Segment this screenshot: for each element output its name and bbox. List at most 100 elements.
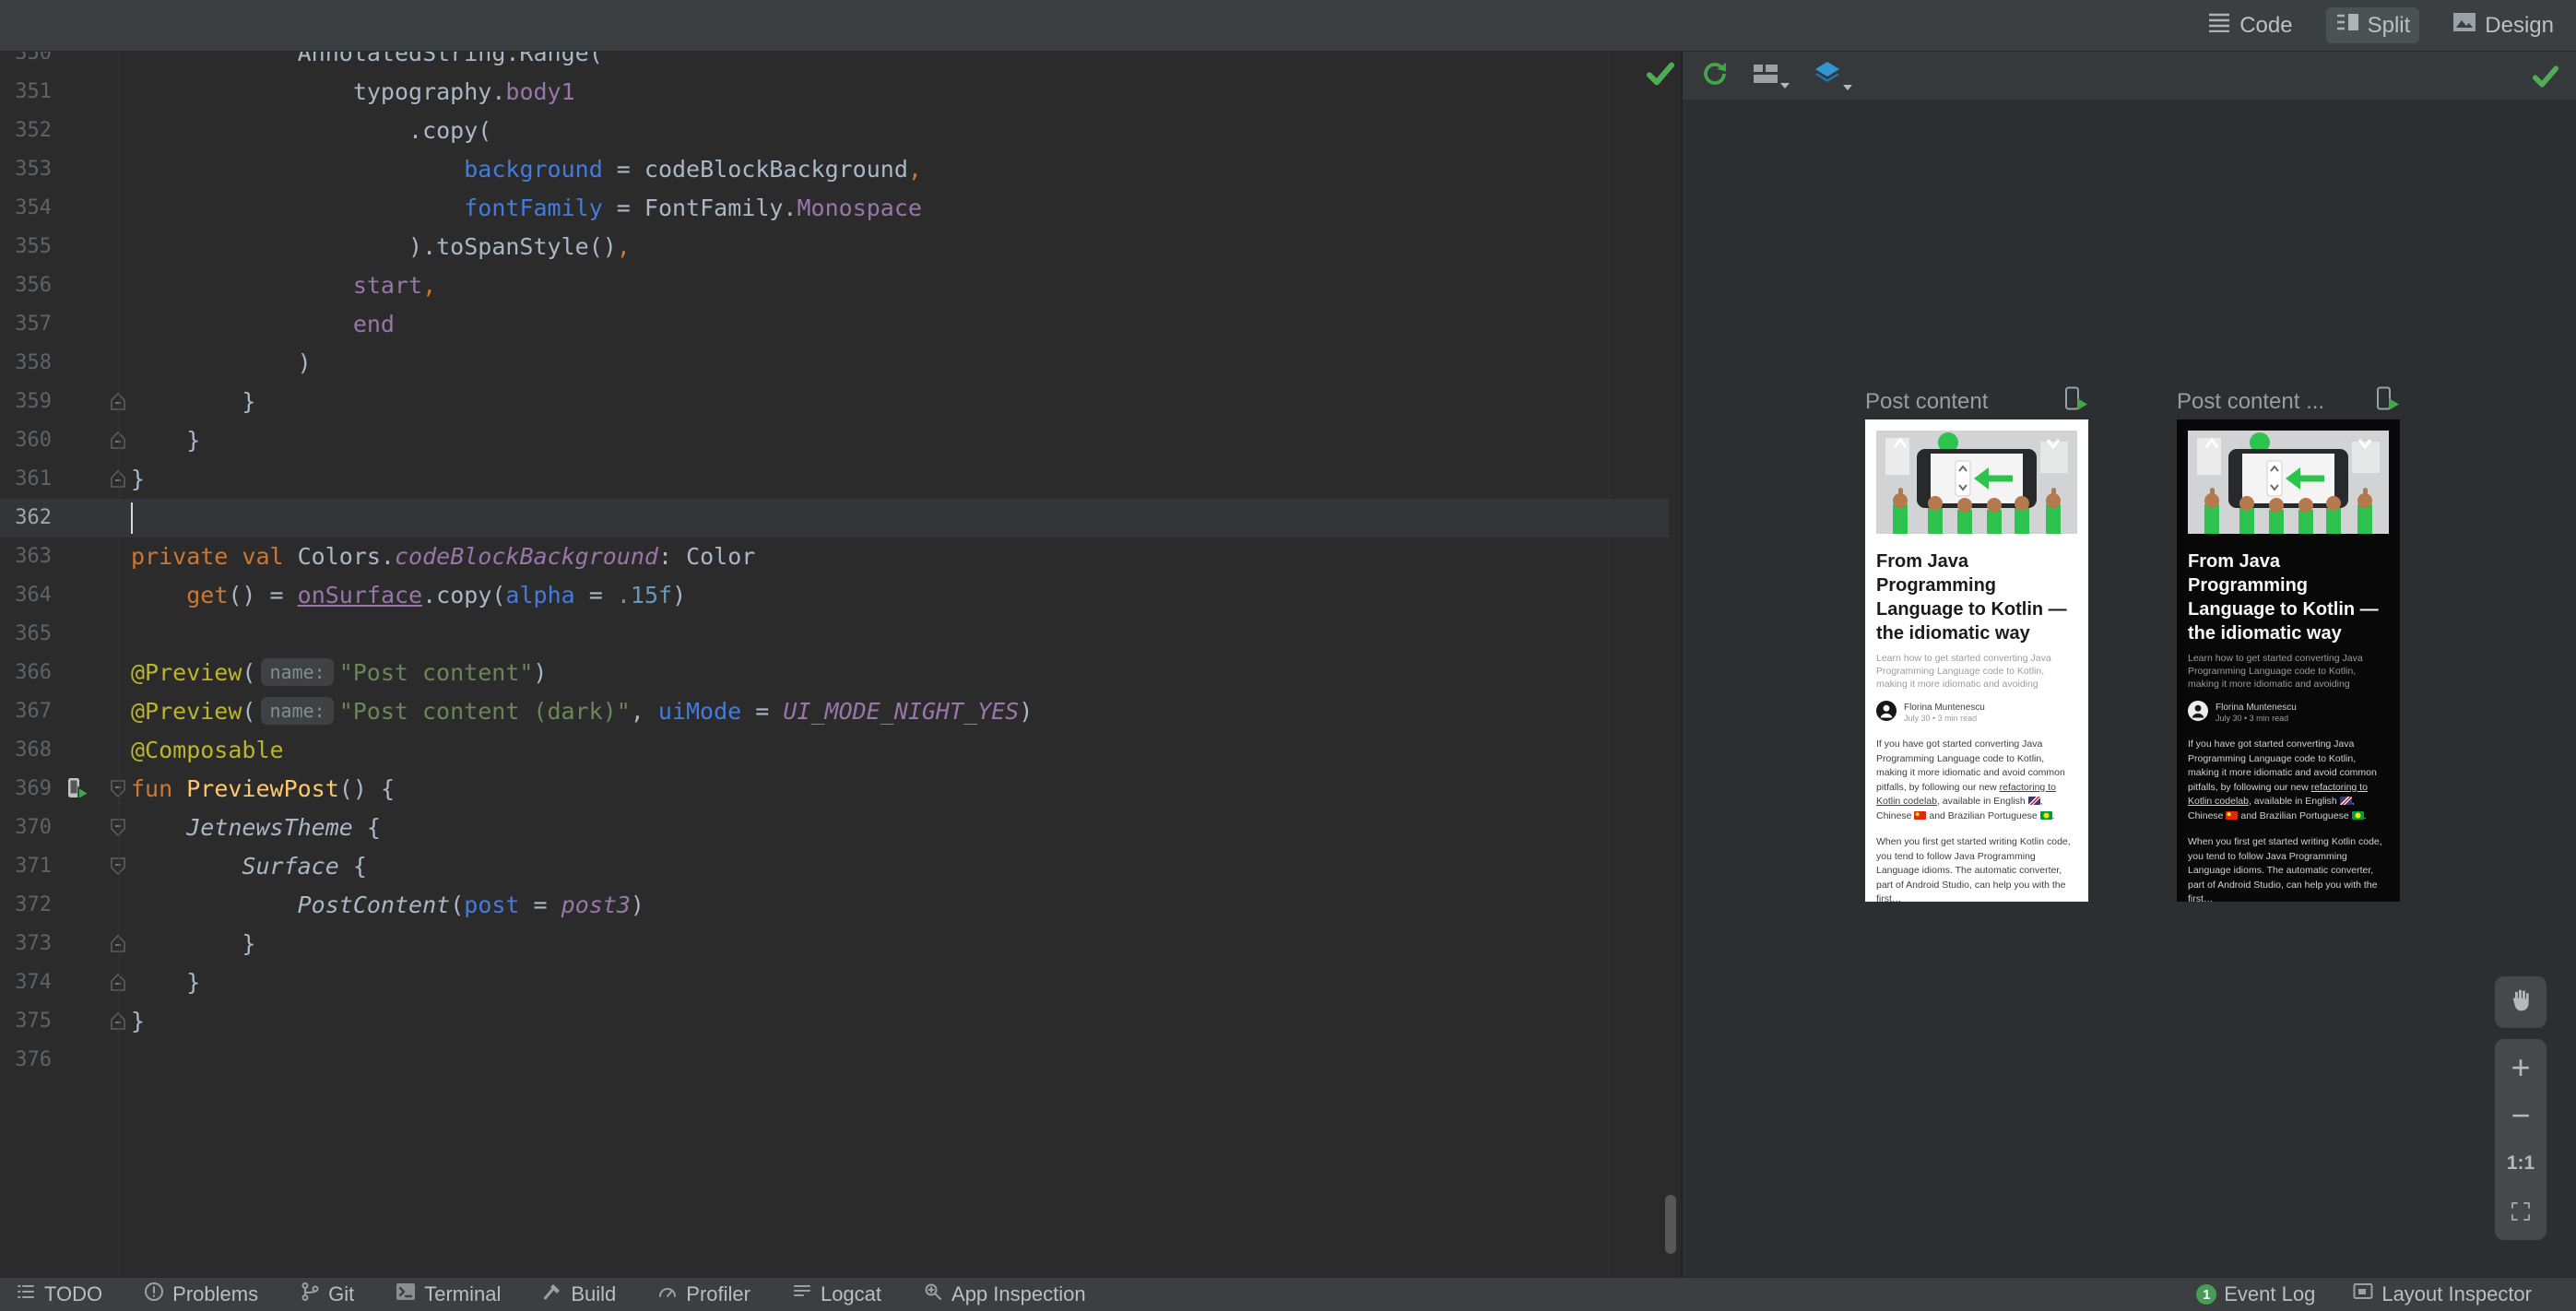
code-line-365[interactable]: 365: [0, 615, 1669, 654]
toolwindow-button-profiler[interactable]: Profiler: [656, 1281, 750, 1308]
pan-button[interactable]: [2495, 976, 2546, 1028]
code-line-357[interactable]: 357 end: [0, 305, 1669, 344]
line-number[interactable]: 357: [0, 305, 52, 344]
toolwindow-button-event-log[interactable]: 1 Event Log: [2196, 1282, 2315, 1306]
line-number[interactable]: 359: [0, 383, 52, 421]
code-line-352[interactable]: 352 .copy(: [0, 112, 1669, 150]
code-line-375[interactable]: 375}: [0, 1002, 1669, 1041]
toolwindow-button-layout-inspector[interactable]: Layout Inspector: [2352, 1281, 2532, 1308]
layout-variants-button[interactable]: [1753, 63, 1790, 89]
editor-scrollbar-thumb[interactable]: [1665, 1195, 1676, 1254]
fold-marker-icon[interactable]: [111, 1011, 125, 1034]
code-line-373[interactable]: 373 }: [0, 925, 1669, 963]
editor-mode-tab-split[interactable]: Split: [2325, 7, 2420, 43]
line-number[interactable]: 354: [0, 189, 52, 228]
code-line-368[interactable]: 368 @Composable: [0, 731, 1669, 770]
code-line-367[interactable]: 367 @Preview(name: "Post content (dark)", …: [0, 692, 1669, 731]
line-number[interactable]: 358: [0, 344, 52, 383]
preview-name[interactable]: Post content: [1865, 389, 1988, 415]
line-number[interactable]: 375: [0, 1002, 52, 1041]
zoom-in-button[interactable]: +: [2495, 1045, 2546, 1091]
zoom-to-fit-button[interactable]: [2495, 1188, 2546, 1234]
code-line-370[interactable]: 370 JetnewsTheme {: [0, 809, 1669, 847]
code-line-355[interactable]: 355 ).toSpanStyle(),: [0, 228, 1669, 266]
line-number[interactable]: 356: [0, 266, 52, 305]
preview-name-row: Post content ...: [2177, 386, 2400, 418]
line-number[interactable]: 352: [0, 112, 52, 150]
code-line-351[interactable]: 351 typography.body1: [0, 73, 1669, 112]
line-number[interactable]: 372: [0, 886, 52, 925]
code-line-361[interactable]: 361}: [0, 460, 1669, 499]
android-studio-window: Code Split Design 350 AnnotatedString.Rang…: [0, 0, 2576, 1311]
fold-marker-icon[interactable]: [111, 469, 125, 492]
code-text: }: [131, 388, 256, 415]
code-line-363[interactable]: 363 private val Colors.codeBlockBackgroun…: [0, 537, 1669, 576]
line-number[interactable]: 373: [0, 925, 52, 963]
code-line-360[interactable]: 360 }: [0, 421, 1669, 460]
line-number[interactable]: 355: [0, 228, 52, 266]
preview-canvas[interactable]: Post content From Java Programming Langu…: [1683, 100, 2576, 1277]
line-number[interactable]: 361: [0, 460, 52, 499]
editor-mode-tab-design[interactable]: Design: [2443, 7, 2563, 43]
layers-button[interactable]: [1814, 61, 1852, 91]
toolwindow-button-git[interactable]: Git: [299, 1281, 354, 1308]
fold-marker-icon[interactable]: [111, 431, 125, 454]
editor-mode-tab-code[interactable]: Code: [2198, 7, 2301, 43]
code-line-372[interactable]: 372 PostContent(post = post3): [0, 886, 1669, 925]
code-line-369[interactable]: 369 fun PreviewPost() {: [0, 770, 1669, 809]
line-number[interactable]: 360: [0, 421, 52, 460]
toolwindow-button-app-inspection[interactable]: App Inspection: [922, 1281, 1086, 1308]
run-preview-icon[interactable]: [65, 776, 90, 807]
line-number[interactable]: 364: [0, 576, 52, 615]
line-number[interactable]: 353: [0, 150, 52, 189]
toolwindow-button-todo[interactable]: TODO: [15, 1281, 102, 1308]
line-number[interactable]: 376: [0, 1041, 52, 1080]
run-on-device-icon[interactable]: [2374, 386, 2400, 419]
code-editor[interactable]: 350 AnnotatedString.Range(351 typography…: [0, 52, 1681, 1277]
code-line-353[interactable]: 353 background = codeBlockBackground,: [0, 150, 1669, 189]
code-line-374[interactable]: 374 }: [0, 963, 1669, 1002]
preview-name[interactable]: Post content ...: [2177, 389, 2324, 415]
code-line-376[interactable]: 376: [0, 1041, 1669, 1080]
code-line-358[interactable]: 358 ): [0, 344, 1669, 383]
refresh-button[interactable]: [1701, 60, 1729, 92]
fold-marker-icon[interactable]: [111, 857, 125, 880]
line-number[interactable]: 366: [0, 654, 52, 692]
code-line-362[interactable]: 362: [0, 499, 1669, 537]
code-text: }: [131, 427, 201, 454]
line-number[interactable]: 351: [0, 73, 52, 112]
line-number[interactable]: 363: [0, 537, 52, 576]
line-number[interactable]: 374: [0, 963, 52, 1002]
line-number[interactable]: 362: [0, 499, 52, 537]
line-number[interactable]: 365: [0, 615, 52, 654]
toolwindow-button-logcat[interactable]: Logcat: [791, 1281, 881, 1308]
fold-marker-icon[interactable]: [111, 934, 125, 957]
terminal-icon: [395, 1281, 417, 1308]
line-number[interactable]: 370: [0, 809, 52, 847]
line-number[interactable]: 368: [0, 731, 52, 770]
toolwindow-button-problems[interactable]: Problems: [143, 1281, 258, 1308]
inspections-ok-icon[interactable]: [1646, 61, 1675, 91]
fold-marker-icon[interactable]: [111, 819, 125, 841]
toolwindow-button-build[interactable]: Build: [541, 1281, 616, 1308]
code-line-371[interactable]: 371 Surface {: [0, 847, 1669, 886]
line-number[interactable]: 369: [0, 770, 52, 809]
code-line-364[interactable]: 364 get() = onSurface.copy(alpha = .15f): [0, 576, 1669, 615]
code-line-354[interactable]: 354 fontFamily = FontFamily.Monospace: [0, 189, 1669, 228]
line-number[interactable]: 367: [0, 692, 52, 731]
code-line-356[interactable]: 356 start,: [0, 266, 1669, 305]
run-on-device-icon[interactable]: [2062, 386, 2088, 419]
zoom-out-button[interactable]: −: [2495, 1092, 2546, 1139]
zoom-actual-size-button[interactable]: 1:1: [2495, 1140, 2546, 1187]
compose-preview-light[interactable]: From Java Programming Language to Kotlin…: [1865, 419, 2088, 902]
fold-marker-icon[interactable]: [111, 780, 125, 802]
line-number[interactable]: 371: [0, 847, 52, 886]
fold-marker-icon[interactable]: [111, 392, 125, 415]
fold-marker-icon[interactable]: [111, 973, 125, 996]
code-line-350[interactable]: 350 AnnotatedString.Range(: [0, 52, 1669, 73]
code-line-366[interactable]: 366 @Preview(name: "Post content"): [0, 654, 1669, 692]
toolwindow-button-terminal[interactable]: Terminal: [395, 1281, 501, 1308]
code-line-359[interactable]: 359 }: [0, 383, 1669, 421]
compose-preview-dark[interactable]: From Java Programming Language to Kotlin…: [2177, 419, 2400, 902]
line-number[interactable]: 350: [0, 52, 52, 73]
